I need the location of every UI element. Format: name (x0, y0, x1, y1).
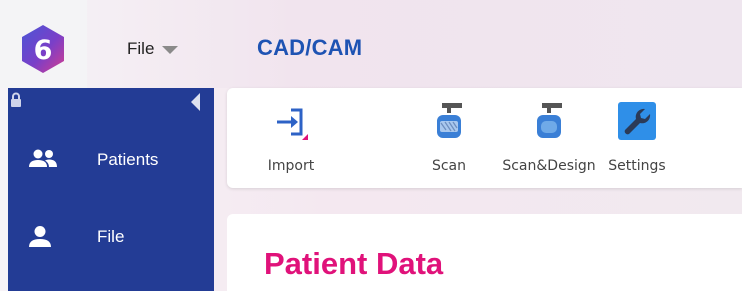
sidebar-item-label: File (97, 227, 125, 246)
tool-label: Scan (431, 158, 467, 174)
sidebar-item-patients[interactable]: Patients (8, 138, 214, 182)
ribbon-toolbar: Import Scan Scan&Design Settings (227, 88, 742, 188)
svg-text:6: 6 (34, 35, 53, 66)
people-icon (29, 149, 57, 167)
page-title: Patient Data (264, 246, 444, 281)
collapse-sidebar-icon[interactable] (191, 93, 200, 111)
lock-icon[interactable] (10, 92, 22, 108)
scan-button[interactable]: Scan (429, 102, 469, 182)
app-logo[interactable]: 6 (18, 24, 68, 74)
caret-down-icon (162, 46, 179, 54)
sidebar-item-file[interactable]: File (8, 215, 214, 259)
tool-label: Scan&Design (502, 158, 596, 174)
wrench-icon (618, 102, 656, 140)
logo-area: 6 (0, 0, 87, 88)
sidebar: Patients File (8, 88, 214, 291)
settings-button[interactable]: Settings (607, 102, 667, 182)
top-header (0, 0, 742, 88)
scan-icon (437, 103, 462, 138)
scan-design-icon (537, 103, 562, 138)
content-panel: Patient Data (227, 214, 742, 291)
person-icon (29, 226, 51, 247)
app-title: CAD/CAM (257, 35, 363, 60)
file-menu[interactable]: File (127, 38, 179, 60)
import-button[interactable]: Import (265, 102, 317, 182)
tool-label: Import (267, 158, 315, 174)
tool-label: Settings (608, 158, 666, 174)
file-menu-label: File (127, 39, 155, 58)
import-icon (277, 108, 308, 140)
scan-design-button[interactable]: Scan&Design (499, 102, 599, 182)
sidebar-item-label: Patients (97, 150, 159, 169)
